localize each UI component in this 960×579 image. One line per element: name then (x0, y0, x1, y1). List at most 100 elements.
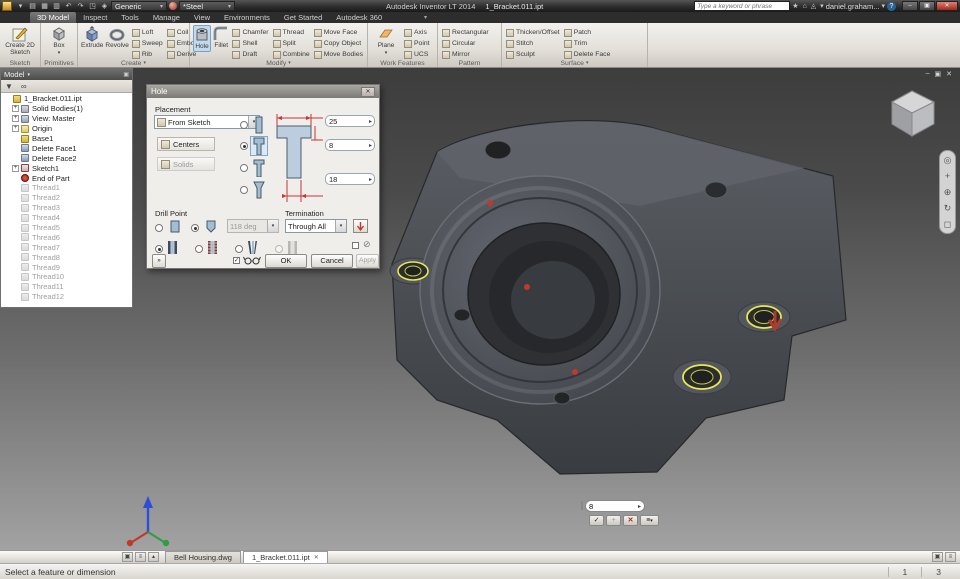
dialog-expand-button[interactable]: » (152, 254, 166, 268)
solids-button[interactable]: Solids (157, 157, 215, 171)
ribbon-button[interactable]: Chamfer (231, 27, 269, 38)
cancel-button[interactable]: Cancel (311, 254, 353, 268)
mini-add-button[interactable]: + (606, 515, 621, 526)
redo-icon[interactable]: ↷ (76, 2, 85, 11)
tree-item[interactable]: Delete Face2 (1, 153, 132, 163)
tree-expander[interactable] (12, 283, 19, 290)
tree-item[interactable]: Thread9 (1, 262, 132, 272)
fillet-button[interactable]: Fillet (213, 25, 229, 50)
clearance-hole-icon[interactable] (286, 240, 299, 255)
panel-label-create[interactable]: Create▾ (78, 60, 189, 67)
look-at-icon[interactable]: ◻ (944, 219, 951, 229)
doc-tab-bell-housing[interactable]: Bell Housing.dwg (165, 551, 241, 563)
print-icon[interactable]: ▥ (52, 2, 61, 11)
revolve-button[interactable]: Revolve (105, 25, 128, 50)
user-menu-arrow-icon[interactable]: ▾ (881, 2, 885, 10)
iproperties-icon[interactable]: ◳ (88, 2, 97, 11)
tree-item[interactable]: Base1 (1, 134, 132, 144)
undo-icon[interactable]: ↶ (64, 2, 73, 11)
ribbon-button[interactable]: Delete Face (563, 49, 612, 60)
create-2d-sketch-button[interactable]: Create 2D Sketch (3, 25, 37, 57)
chevron-down-icon[interactable]: ▾ (335, 220, 346, 232)
minimize-button[interactable]: – (902, 1, 918, 11)
tree-item[interactable]: Delete Face1 (1, 143, 132, 153)
ribbon-button[interactable]: Thread (272, 27, 311, 38)
ribbon-button[interactable]: Point (403, 38, 431, 49)
hole-dialog-titlebar[interactable]: Hole ✕ (147, 85, 379, 98)
tree-expander[interactable] (12, 184, 19, 191)
panel-label-surface[interactable]: Surface▾ (502, 60, 647, 67)
search-scope-arrow[interactable]: ▾ (820, 2, 824, 10)
dialog-close-button[interactable]: ✕ (361, 87, 375, 97)
hole-button[interactable]: Hole (193, 25, 211, 52)
tree-item[interactable]: Thread1 (1, 183, 132, 193)
orbit-icon[interactable]: ↻ (944, 203, 952, 213)
tree-expander[interactable] (12, 254, 19, 261)
tree-expander[interactable] (12, 234, 19, 241)
panel-label-primitives[interactable]: Primitives (41, 60, 77, 67)
angle-point-icon[interactable] (202, 220, 220, 233)
ribbon-button[interactable]: Shell (231, 38, 269, 49)
box-button[interactable]: Box ▾ (44, 25, 74, 56)
navigation-wheel-icon[interactable]: ◎ (944, 155, 952, 165)
tree-item[interactable]: 1_Bracket.011.ipt (1, 94, 132, 104)
ribbon-button[interactable]: Stitch (505, 38, 561, 49)
help-icon[interactable]: ? (887, 2, 896, 11)
ribbon-tab[interactable]: Tools (114, 12, 146, 23)
spinner-arrow-icon[interactable]: ▸ (369, 176, 374, 183)
tree-item[interactable]: Thread7 (1, 242, 132, 252)
tree-item[interactable]: Thread8 (1, 252, 132, 262)
ribbon-button[interactable]: Move Face (313, 27, 364, 38)
layout-grid-button[interactable]: ≡ (945, 552, 956, 562)
drilled-hole-icon[interactable] (251, 116, 267, 134)
extrude-button[interactable]: Extrude (81, 25, 103, 50)
spinner-arrow-icon[interactable]: ▸ (369, 142, 374, 149)
ribbon-button[interactable]: Circular (441, 38, 490, 49)
tree-expander[interactable] (12, 273, 19, 280)
tree-item[interactable]: Thread5 (1, 223, 132, 233)
ribbon-tab[interactable]: Environments (217, 12, 277, 23)
tree-expander[interactable] (12, 244, 19, 251)
ribbon-options-icon[interactable]: ▾ (424, 14, 427, 22)
tree-item[interactable]: + Origin (1, 124, 132, 134)
find-icon[interactable]: ∞ (21, 82, 27, 91)
search-box[interactable] (694, 1, 790, 11)
tree-expander[interactable] (12, 135, 19, 142)
doc-minimize-button[interactable]: – (926, 70, 930, 78)
mini-toolbar-grip[interactable] (581, 501, 583, 510)
tree-expander[interactable] (12, 214, 19, 221)
tree-item[interactable]: End of Part (1, 173, 132, 183)
counterbore-diameter-field[interactable]: 25 ▸ (325, 115, 375, 127)
tab-up-button[interactable]: ▴ (148, 552, 159, 562)
ribbon-tab[interactable]: View (187, 12, 217, 23)
ribbon-button[interactable]: Move Bodies (313, 49, 364, 60)
tree-expander[interactable]: + (12, 165, 19, 172)
tree-expander[interactable]: + (12, 105, 19, 112)
tree-expander[interactable]: + (12, 115, 19, 122)
app-menu-arrow[interactable]: ▾ (16, 2, 25, 11)
drill-flat-radio[interactable] (155, 224, 163, 232)
ribbon-button[interactable]: Mirror (441, 49, 490, 60)
hole-diameter-field[interactable]: 18 ▸ (325, 173, 375, 185)
restore-button[interactable]: ▣ (919, 1, 935, 11)
ribbon-button[interactable]: Patch (563, 27, 612, 38)
plane-button[interactable]: Plane ▾ (371, 25, 401, 56)
view-cube[interactable] (882, 82, 942, 142)
counterbore-hole-icon[interactable] (251, 137, 267, 155)
ribbon-tab[interactable]: 3D Model (30, 12, 76, 23)
ribbon-button[interactable]: Split (272, 38, 311, 49)
flip-direction-button[interactable] (353, 219, 368, 233)
hole-type-countersink-radio[interactable] (240, 186, 248, 194)
tapped-hole-radio[interactable] (195, 245, 203, 253)
tapped-hole-icon[interactable] (206, 240, 219, 255)
tree-item[interactable]: Thread10 (1, 272, 132, 282)
tree-expander[interactable] (12, 224, 19, 231)
tree-expander[interactable] (12, 145, 19, 152)
imate-checkbox[interactable] (352, 242, 359, 249)
tab-scroll-left-button[interactable]: ▣ (122, 552, 133, 562)
browser-pin-icon[interactable]: ▣ (123, 71, 129, 78)
part-model[interactable] (0, 68, 960, 550)
preview-checkbox[interactable]: ✓ (233, 257, 240, 264)
material-dropdown[interactable]: Generic ▾ (111, 1, 167, 11)
spinner-arrow-icon[interactable]: ▸ (369, 118, 374, 125)
